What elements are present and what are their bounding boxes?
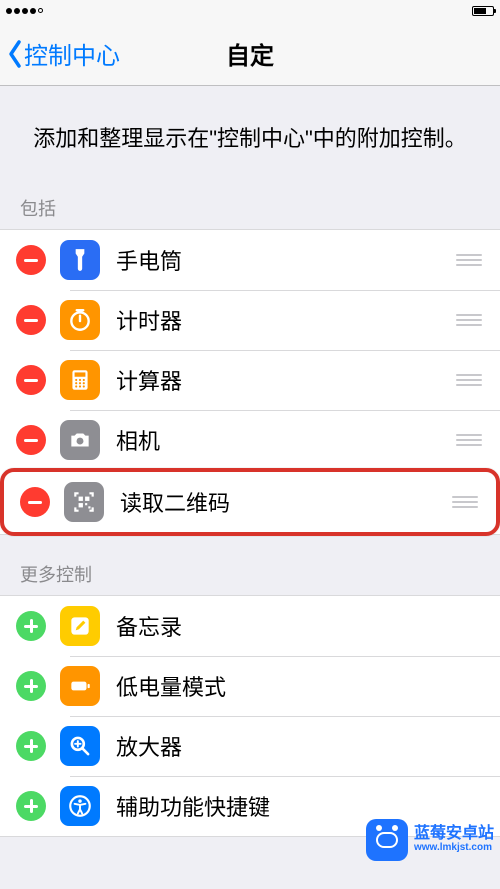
row-qr-highlighted: 读取二维码 (0, 470, 500, 534)
row-flashlight[interactable]: 手电筒 (0, 230, 500, 290)
remove-button[interactable] (16, 365, 46, 395)
row-accessibility[interactable]: 辅助功能快捷键 (0, 776, 500, 836)
add-button[interactable] (16, 731, 46, 761)
status-right (472, 6, 494, 16)
section-header-included: 包括 (0, 185, 500, 229)
remove-button[interactable] (16, 245, 46, 275)
reorder-handle-icon[interactable] (452, 496, 480, 508)
reorder-handle-icon[interactable] (456, 254, 484, 266)
row-label: 读取二维码 (120, 486, 452, 518)
battery-icon (472, 6, 494, 16)
highlight-box[interactable]: 读取二维码 (0, 468, 500, 536)
row-magnifier[interactable]: 放大器 (0, 716, 500, 776)
calculator-icon (60, 360, 100, 400)
intro-text: 添加和整理显示在"控制中心"中的附加控制。 (0, 86, 500, 185)
nav-bar: 控制中心 自定 (0, 22, 500, 86)
timer-icon (60, 300, 100, 340)
reorder-handle-icon[interactable] (456, 434, 484, 446)
add-button[interactable] (16, 671, 46, 701)
qr-code-icon (64, 482, 104, 522)
camera-icon (60, 420, 100, 460)
included-list: 手电筒 计时器 计算器 相机 (0, 229, 500, 535)
notes-icon (60, 606, 100, 646)
remove-button[interactable] (16, 425, 46, 455)
row-label: 相机 (116, 424, 456, 456)
reorder-handle-icon[interactable] (456, 314, 484, 326)
row-camera[interactable]: 相机 (0, 410, 500, 470)
remove-button[interactable] (16, 305, 46, 335)
section-header-more: 更多控制 (0, 535, 500, 595)
add-button[interactable] (16, 611, 46, 641)
row-label: 备忘录 (116, 610, 484, 642)
signal-dots-icon (6, 8, 43, 14)
low-power-icon (60, 666, 100, 706)
page-title: 自定 (0, 36, 500, 71)
row-label: 低电量模式 (116, 670, 484, 702)
row-label: 计时器 (116, 304, 456, 336)
row-label: 计算器 (116, 364, 456, 396)
watermark-line2: www.lmkjst.com (414, 842, 494, 854)
add-button[interactable] (16, 791, 46, 821)
magnifier-icon (60, 726, 100, 766)
screen: 控制中心 自定 添加和整理显示在"控制中心"中的附加控制。 包括 手电筒 计时器 (0, 0, 500, 889)
remove-button[interactable] (20, 487, 50, 517)
row-label: 放大器 (116, 730, 484, 762)
row-low-power[interactable]: 低电量模式 (0, 656, 500, 716)
accessibility-icon (60, 786, 100, 826)
reorder-handle-icon[interactable] (456, 374, 484, 386)
row-label: 手电筒 (116, 244, 456, 276)
row-notes[interactable]: 备忘录 (0, 596, 500, 656)
row-label: 辅助功能快捷键 (116, 790, 484, 822)
row-timer[interactable]: 计时器 (0, 290, 500, 350)
row-calculator[interactable]: 计算器 (0, 350, 500, 410)
status-bar (0, 0, 500, 22)
more-list: 备忘录 低电量模式 放大器 辅助功能快捷键 (0, 595, 500, 837)
flashlight-icon (60, 240, 100, 280)
